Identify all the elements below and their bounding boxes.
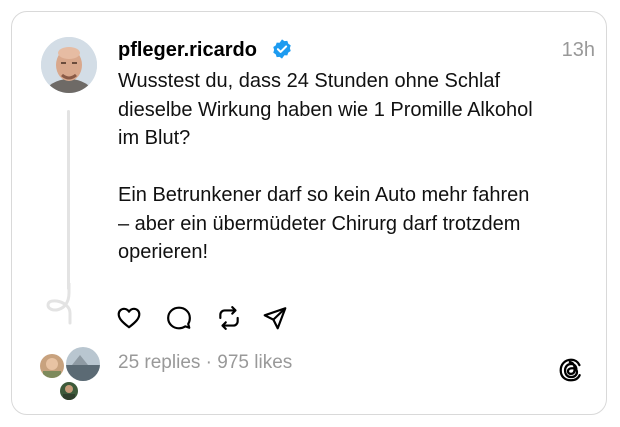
post-paragraph-2: Ein Betrunkener darf so kein Auto mehr f…: [118, 181, 588, 267]
repost-icon[interactable]: [216, 305, 242, 331]
author-avatar[interactable]: [41, 37, 97, 93]
text-line: operieren!: [118, 241, 209, 263]
text-line: – aber ein übermüdeter Chirurg darf trot…: [118, 212, 521, 235]
text-line: im Blut?: [118, 127, 191, 149]
comment-icon[interactable]: [166, 305, 192, 331]
replier-avatar: [58, 380, 80, 402]
author-username[interactable]: pfleger.ricardo: [118, 39, 257, 62]
text-line: dieselbe Wirkung haben wie 1 Promille Al…: [118, 98, 533, 121]
text-line: Ein Betrunkener darf so kein Auto mehr f…: [118, 184, 530, 206]
threads-logo-icon[interactable]: [558, 357, 584, 383]
thread-line: [67, 110, 70, 290]
post-paragraph-1: Wusstest du, dass 24 Stunden ohne Schlaf…: [118, 67, 588, 153]
text-line: Wusstest du, dass 24 Stunden ohne Schlaf: [118, 70, 501, 92]
thread-loop-icon: [46, 283, 72, 325]
replier-avatar: [38, 352, 66, 380]
post-timestamp[interactable]: 13h: [562, 39, 595, 62]
replier-avatar: [64, 345, 102, 383]
heart-icon[interactable]: [116, 305, 142, 331]
post-body: Wusstest du, dass 24 Stunden ohne Schlaf…: [118, 67, 588, 267]
post-stats[interactable]: 25 replies · 975 likes: [118, 352, 292, 374]
verified-badge-icon: [273, 39, 291, 59]
send-icon[interactable]: [262, 305, 288, 331]
